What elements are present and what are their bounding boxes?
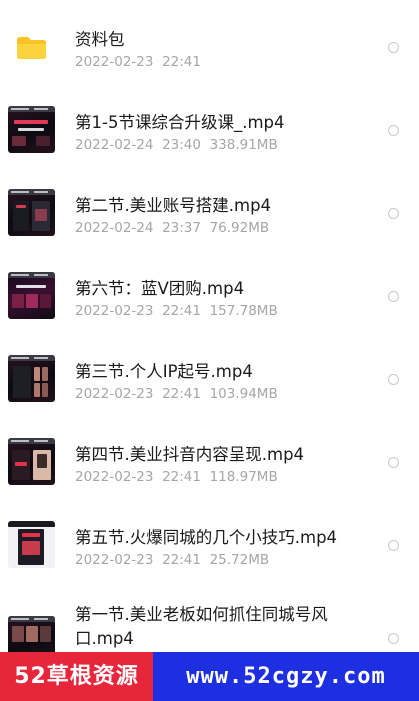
file-time: 23:40: [162, 137, 201, 153]
select-radio[interactable]: [388, 457, 399, 468]
select-radio[interactable]: [388, 374, 399, 385]
file-meta: 2022-02-23 22:41 157.78MB: [75, 303, 278, 319]
file-size: 25.72MB: [209, 552, 270, 568]
video-thumbnail: [8, 272, 55, 319]
file-time: 22:41: [162, 386, 201, 402]
video-thumbnail: [8, 106, 55, 153]
list-item[interactable]: 第1-5节课综合升级课_.mp4 2022-02-24 23:40 338.91…: [0, 83, 419, 166]
select-radio[interactable]: [388, 633, 399, 644]
file-meta: 2022-02-23 22:41 103.94MB: [75, 386, 278, 402]
file-date: 2022-02-24: [75, 220, 154, 236]
list-item[interactable]: 第五节.火爆同城的几个小技巧.mp4 2022-02-23 22:41 25.7…: [0, 498, 419, 581]
select-radio[interactable]: [388, 208, 399, 219]
file-name: 第六节：蓝V团购.mp4: [75, 279, 245, 298]
file-time: 23:37: [162, 220, 201, 236]
file-name: 第一节.美业老板如何抓住同城号风口.mp4: [75, 605, 328, 648]
file-meta: 2022-02-23 22:41 118.97MB: [75, 469, 278, 485]
select-radio[interactable]: [388, 125, 399, 136]
watermark-brand: 52草根资源: [0, 652, 153, 701]
file-time: 22:41: [162, 54, 201, 70]
watermark-url: www.52cgzy.com: [153, 652, 419, 701]
file-name: 第四节.美业抖音内容呈现.mp4: [75, 445, 305, 464]
file-size: 338.91MB: [209, 137, 278, 153]
file-meta: 2022-02-23 22:41 25.72MB: [75, 552, 269, 568]
video-thumbnail: [8, 189, 55, 236]
select-radio[interactable]: [388, 42, 399, 53]
select-radio[interactable]: [388, 291, 399, 302]
file-size: 157.78MB: [209, 303, 278, 319]
list-item[interactable]: 第三节.个人IP起号.mp4 2022-02-23 22:41 103.94MB: [0, 332, 419, 415]
list-item[interactable]: 第一节.美业老板如何抓住同城号风口.mp4: [0, 581, 419, 652]
video-thumbnail: [8, 355, 55, 402]
file-meta: 2022-02-23 22:41: [75, 54, 201, 70]
file-time: 22:41: [162, 552, 201, 568]
file-size: 103.94MB: [209, 386, 278, 402]
list-item[interactable]: 第四节.美业抖音内容呈现.mp4 2022-02-23 22:41 118.97…: [0, 415, 419, 498]
list-item[interactable]: 第二节.美业账号搭建.mp4 2022-02-24 23:37 76.92MB: [0, 166, 419, 249]
file-name: 第五节.火爆同城的几个小技巧.mp4: [75, 528, 338, 547]
file-meta: 2022-02-24 23:37 76.92MB: [75, 220, 269, 236]
video-thumbnail: [8, 521, 55, 568]
watermark-banner: 52草根资源 www.52cgzy.com: [0, 652, 419, 701]
file-name: 第三节.个人IP起号.mp4: [75, 362, 253, 381]
video-thumbnail: [8, 616, 55, 652]
list-item[interactable]: 资料包 2022-02-23 22:41: [0, 0, 419, 83]
file-name: 第1-5节课综合升级课_.mp4: [75, 113, 285, 132]
file-meta: 2022-02-24 23:40 338.91MB: [75, 137, 278, 153]
select-radio[interactable]: [388, 540, 399, 551]
file-time: 22:41: [162, 303, 201, 319]
file-date: 2022-02-23: [75, 552, 154, 568]
folder-icon: [17, 37, 46, 59]
file-date: 2022-02-23: [75, 303, 154, 319]
file-size: 118.97MB: [209, 469, 278, 485]
file-date: 2022-02-24: [75, 137, 154, 153]
file-date: 2022-02-23: [75, 469, 154, 485]
file-time: 22:41: [162, 469, 201, 485]
file-size: 76.92MB: [209, 220, 270, 236]
list-item[interactable]: 第六节：蓝V团购.mp4 2022-02-23 22:41 157.78MB: [0, 249, 419, 332]
file-name: 资料包: [75, 30, 125, 49]
video-thumbnail: [8, 438, 55, 485]
file-name: 第二节.美业账号搭建.mp4: [75, 196, 272, 215]
file-date: 2022-02-23: [75, 386, 154, 402]
file-date: 2022-02-23: [75, 54, 154, 70]
